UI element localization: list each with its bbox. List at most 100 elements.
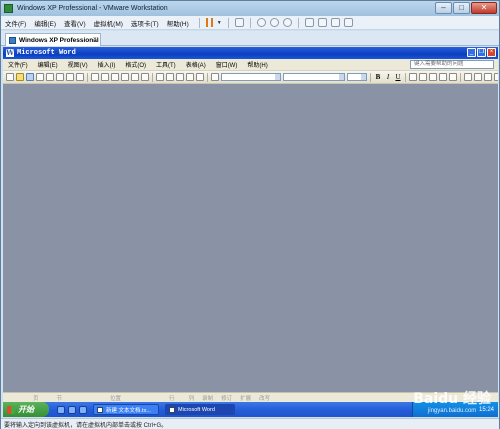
menu-vm[interactable]: 虚拟机(M): [90, 18, 127, 28]
menu-tabs[interactable]: 选项卡(T): [127, 18, 163, 28]
word-menu-table[interactable]: 表格(A): [181, 60, 211, 69]
tab-windows-xp[interactable]: Windows XP Professional ×: [5, 33, 101, 46]
redo-icon[interactable]: [141, 73, 149, 81]
unity-icon[interactable]: [317, 18, 327, 27]
vmware-tab-strip: Windows XP Professional ×: [1, 31, 499, 46]
bullets-icon[interactable]: [474, 73, 482, 81]
underline-button[interactable]: U: [394, 73, 402, 81]
permission-icon[interactable]: [36, 73, 44, 81]
toolbar-separator: [87, 72, 88, 82]
word-close-button[interactable]: ×: [487, 48, 496, 57]
word-minimize-button[interactable]: _: [467, 48, 476, 57]
watermark-logo: Baidu 经验: [413, 391, 491, 407]
open-icon[interactable]: [16, 73, 24, 81]
toolbar-separator: [370, 72, 371, 82]
status-extend[interactable]: 扩展: [236, 394, 255, 402]
email-icon[interactable]: [46, 73, 54, 81]
word-menu-insert[interactable]: 插入(I): [93, 60, 121, 69]
spelling-icon[interactable]: [76, 73, 84, 81]
hyperlink-icon[interactable]: [156, 73, 164, 81]
minimize-button[interactable]: –: [435, 2, 452, 14]
chevron-down-icon[interactable]: ▼: [217, 20, 222, 26]
thumbnail-view-icon[interactable]: [343, 18, 353, 27]
status-line: 行: [169, 395, 175, 402]
paste-icon[interactable]: [111, 73, 119, 81]
vmware-window: Windows XP Professional - VMware Worksta…: [0, 0, 500, 429]
revert-snapshot-icon[interactable]: [269, 18, 279, 27]
toolbar-separator: [207, 72, 208, 82]
print-preview-icon[interactable]: [66, 73, 74, 81]
word-menu-format[interactable]: 格式(O): [120, 60, 151, 69]
menu-file[interactable]: 文件(F): [1, 18, 30, 28]
help-search-input[interactable]: 键入需要帮助的问题: [410, 60, 494, 69]
media-player-icon[interactable]: [79, 405, 87, 414]
snapshot-icon[interactable]: [256, 18, 266, 27]
close-button[interactable]: ✕: [471, 2, 497, 14]
send-ctrl-alt-del-icon[interactable]: [234, 18, 244, 27]
decrease-indent-icon[interactable]: [484, 73, 492, 81]
status-track-changes[interactable]: 修订: [217, 394, 236, 402]
snapshot-manager-icon[interactable]: [282, 18, 292, 27]
menu-help[interactable]: 帮助(H): [163, 18, 193, 28]
vmware-titlebar[interactable]: Windows XP Professional - VMware Worksta…: [1, 1, 499, 16]
drawing-icon[interactable]: [186, 73, 194, 81]
menu-edit[interactable]: 编辑(E): [30, 18, 60, 28]
notepad-icon: [97, 406, 103, 413]
baidu-watermark: Baidu 经验 jingyan.baidu.com: [413, 388, 491, 414]
justify-icon[interactable]: [439, 73, 447, 81]
font-dropdown[interactable]: [283, 73, 345, 81]
italic-button[interactable]: I: [384, 73, 392, 81]
fullscreen-icon[interactable]: [304, 18, 314, 27]
toolbar-separator: [198, 17, 200, 28]
toolbar-separator: [297, 17, 299, 28]
cut-icon[interactable]: [91, 73, 99, 81]
style-dropdown[interactable]: [221, 73, 281, 81]
menu-view[interactable]: 查看(V): [60, 18, 90, 28]
align-center-icon[interactable]: [419, 73, 427, 81]
word-menu-edit[interactable]: 编辑(E): [33, 60, 63, 69]
font-size-dropdown[interactable]: [347, 73, 367, 81]
format-painter-icon[interactable]: [121, 73, 129, 81]
word-menu-help[interactable]: 帮助(H): [242, 60, 272, 69]
word-menu-view[interactable]: 视图(V): [63, 60, 93, 69]
columns-icon[interactable]: [176, 73, 184, 81]
maximize-button[interactable]: □: [453, 2, 470, 14]
tab-close-icon[interactable]: ×: [93, 36, 97, 43]
word-restore-button[interactable]: ❐: [477, 48, 486, 57]
word-window-title: Microsoft Word: [17, 49, 76, 57]
word-menu-file[interactable]: 文件(F): [3, 60, 33, 69]
print-icon[interactable]: [56, 73, 64, 81]
undo-icon[interactable]: [131, 73, 139, 81]
document-area[interactable]: [3, 84, 498, 392]
align-left-icon[interactable]: [409, 73, 417, 81]
console-view-icon[interactable]: [330, 18, 340, 27]
table-icon[interactable]: [166, 73, 174, 81]
guest-screen[interactable]: W Microsoft Word _ ❐ × 文件(F) 编辑(E) 视图(V)…: [3, 47, 498, 417]
line-spacing-icon[interactable]: [449, 73, 457, 81]
styles-icon[interactable]: [211, 73, 219, 81]
copy-icon[interactable]: [101, 73, 109, 81]
word-titlebar[interactable]: W Microsoft Word _ ❐ ×: [3, 47, 498, 59]
numbering-icon[interactable]: [464, 73, 472, 81]
align-right-icon[interactable]: [429, 73, 437, 81]
word-menu-tools[interactable]: 工具(T): [151, 60, 181, 69]
new-document-icon[interactable]: [6, 73, 14, 81]
bold-button[interactable]: B: [374, 73, 382, 81]
quick-launch: [57, 405, 87, 414]
show-hide-icon[interactable]: [196, 73, 204, 81]
pause-icon[interactable]: [205, 18, 213, 27]
save-icon[interactable]: [26, 73, 34, 81]
vm-icon: [9, 36, 16, 44]
taskbar-item-word[interactable]: Microsoft Word: [165, 404, 235, 415]
increase-indent-icon[interactable]: [494, 73, 498, 81]
taskbar-item-notepad[interactable]: 新建 文本文档.tx...: [93, 404, 159, 415]
start-button[interactable]: 开始: [3, 402, 49, 417]
status-overtype[interactable]: 改写: [255, 394, 274, 402]
word-app-icon: W: [6, 48, 14, 57]
internet-explorer-icon[interactable]: [57, 405, 65, 414]
word-menu-window[interactable]: 窗口(W): [211, 60, 243, 69]
status-page: 页: [33, 395, 39, 402]
show-desktop-icon[interactable]: [68, 405, 76, 414]
status-record[interactable]: 录制: [198, 394, 217, 402]
vmware-window-controls: – □ ✕: [435, 2, 497, 14]
